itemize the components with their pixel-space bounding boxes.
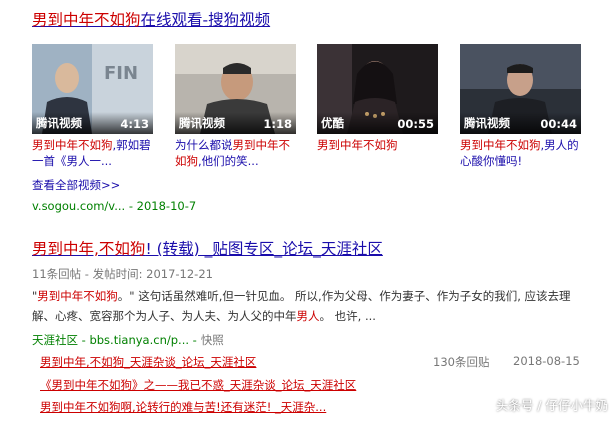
video-thumbnail-2[interactable]: 腾讯视频 1:18 bbox=[175, 44, 296, 134]
video-desc-highlight: 男到中年不如狗 bbox=[317, 138, 398, 152]
video-duration: 1:18 bbox=[263, 117, 292, 131]
video-caption-bar: 腾讯视频 1:18 bbox=[175, 112, 296, 134]
video-card-2[interactable]: 腾讯视频 1:18 为什么都说男到中年不如狗,他们的笑... bbox=[175, 44, 296, 169]
video-source: 腾讯视频 bbox=[179, 116, 225, 130]
watermark: 头条号 / 仔仔小牛奶 bbox=[495, 398, 608, 413]
result2-url: 天涯社区 - bbs.tianya.cn/p... - bbox=[32, 333, 197, 347]
result2-meta: 11条回帖 - 发帖时间: 2017-12-21 bbox=[32, 267, 213, 281]
video-desc-highlight: 男到中年不如狗 bbox=[460, 138, 541, 152]
video-duration: 00:55 bbox=[397, 117, 434, 131]
video-source: 优酷 bbox=[321, 116, 344, 130]
video-description-4[interactable]: 男到中年不如狗,男人的心酸你懂吗! bbox=[460, 137, 581, 169]
video-caption-bar: 腾讯视频 4:13 bbox=[32, 112, 153, 134]
video-source: 腾讯视频 bbox=[464, 116, 510, 130]
video-description-2[interactable]: 为什么都说男到中年不如狗,他们的笑... bbox=[175, 137, 296, 169]
video-source: 腾讯视频 bbox=[36, 116, 82, 130]
result2-title-highlight: 男到中年,不如狗 bbox=[32, 240, 146, 258]
result2-snippet: "男到中年不如狗。" 这句话虽然难听,但一针见血。 所以,作为父母、作为妻子、作… bbox=[32, 286, 577, 326]
result2-title-link[interactable]: 男到中年,不如狗! (转载) _贴图专区_论坛_天涯社区 bbox=[32, 237, 383, 259]
video-card-1[interactable]: FIN 腾讯视频 4:13 男到中年不如狗,郭如碧一首《男人一... bbox=[32, 44, 153, 169]
result2-title-rest: ! (转载) _贴图专区_论坛_天涯社区 bbox=[145, 240, 383, 258]
result1-title-rest: 在线观看-搜狗视频 bbox=[140, 11, 271, 29]
video-description-1[interactable]: 男到中年不如狗,郭如碧一首《男人一... bbox=[32, 137, 153, 169]
sub-result-date: 2018-08-15 bbox=[513, 354, 580, 368]
view-all-videos-link[interactable]: 查看全部视频>> bbox=[32, 177, 120, 193]
snippet-highlight-2: 男人 bbox=[296, 309, 320, 323]
video-duration: 4:13 bbox=[120, 117, 149, 131]
result2-url-line: 天涯社区 - bbs.tianya.cn/p... - 快照 bbox=[32, 332, 224, 348]
video-card-4[interactable]: 腾讯视频 00:44 男到中年不如狗,男人的心酸你懂吗! bbox=[460, 44, 581, 169]
result1-url: v.sogou.com/v... - 2018-10-7 bbox=[32, 199, 197, 213]
sub-result-link-2[interactable]: 《男到中年不如狗》之——我已不惑_天涯杂谈_论坛_天涯社区 bbox=[40, 377, 356, 393]
video-description-3[interactable]: 男到中年不如狗 bbox=[317, 137, 438, 153]
video-thumbnail-1[interactable]: FIN 腾讯视频 4:13 bbox=[32, 44, 153, 134]
video-thumbnail-4[interactable]: 腾讯视频 00:44 bbox=[460, 44, 581, 134]
svg-text:FIN: FIN bbox=[104, 63, 138, 84]
video-caption-bar: 腾讯视频 00:44 bbox=[460, 112, 581, 134]
snippet-highlight-1: 男到中年不如狗 bbox=[37, 289, 118, 303]
video-desc-text: 为什么都说 bbox=[175, 138, 233, 152]
video-desc-text-2: ,他们的笑... bbox=[198, 154, 259, 168]
video-caption-bar: 优酷 00:55 bbox=[317, 112, 438, 134]
snippet-text-2: 。 也许, ... bbox=[319, 309, 376, 323]
snapshot-link[interactable]: 快照 bbox=[201, 333, 224, 347]
sub-result-link-1[interactable]: 男到中年,不如狗_天涯杂谈_论坛_天涯社区 bbox=[40, 354, 256, 370]
sub-result-replies: 130条回贴 bbox=[433, 355, 490, 369]
video-thumbnail-3[interactable]: 优酷 00:55 bbox=[317, 44, 438, 134]
sub-result-link-3[interactable]: 男到中年不如狗啊,论转行的难与苦!还有迷茫! _天涯杂... bbox=[40, 399, 326, 415]
video-duration: 00:44 bbox=[540, 117, 577, 131]
video-desc-highlight: 男到中年不如狗 bbox=[32, 138, 113, 152]
video-card-3[interactable]: 优酷 00:55 男到中年不如狗 bbox=[317, 44, 438, 153]
result1-title-link[interactable]: 男到中年不如狗在线观看-搜狗视频 bbox=[32, 8, 270, 30]
result1-title-highlight: 男到中年不如狗 bbox=[32, 11, 141, 29]
